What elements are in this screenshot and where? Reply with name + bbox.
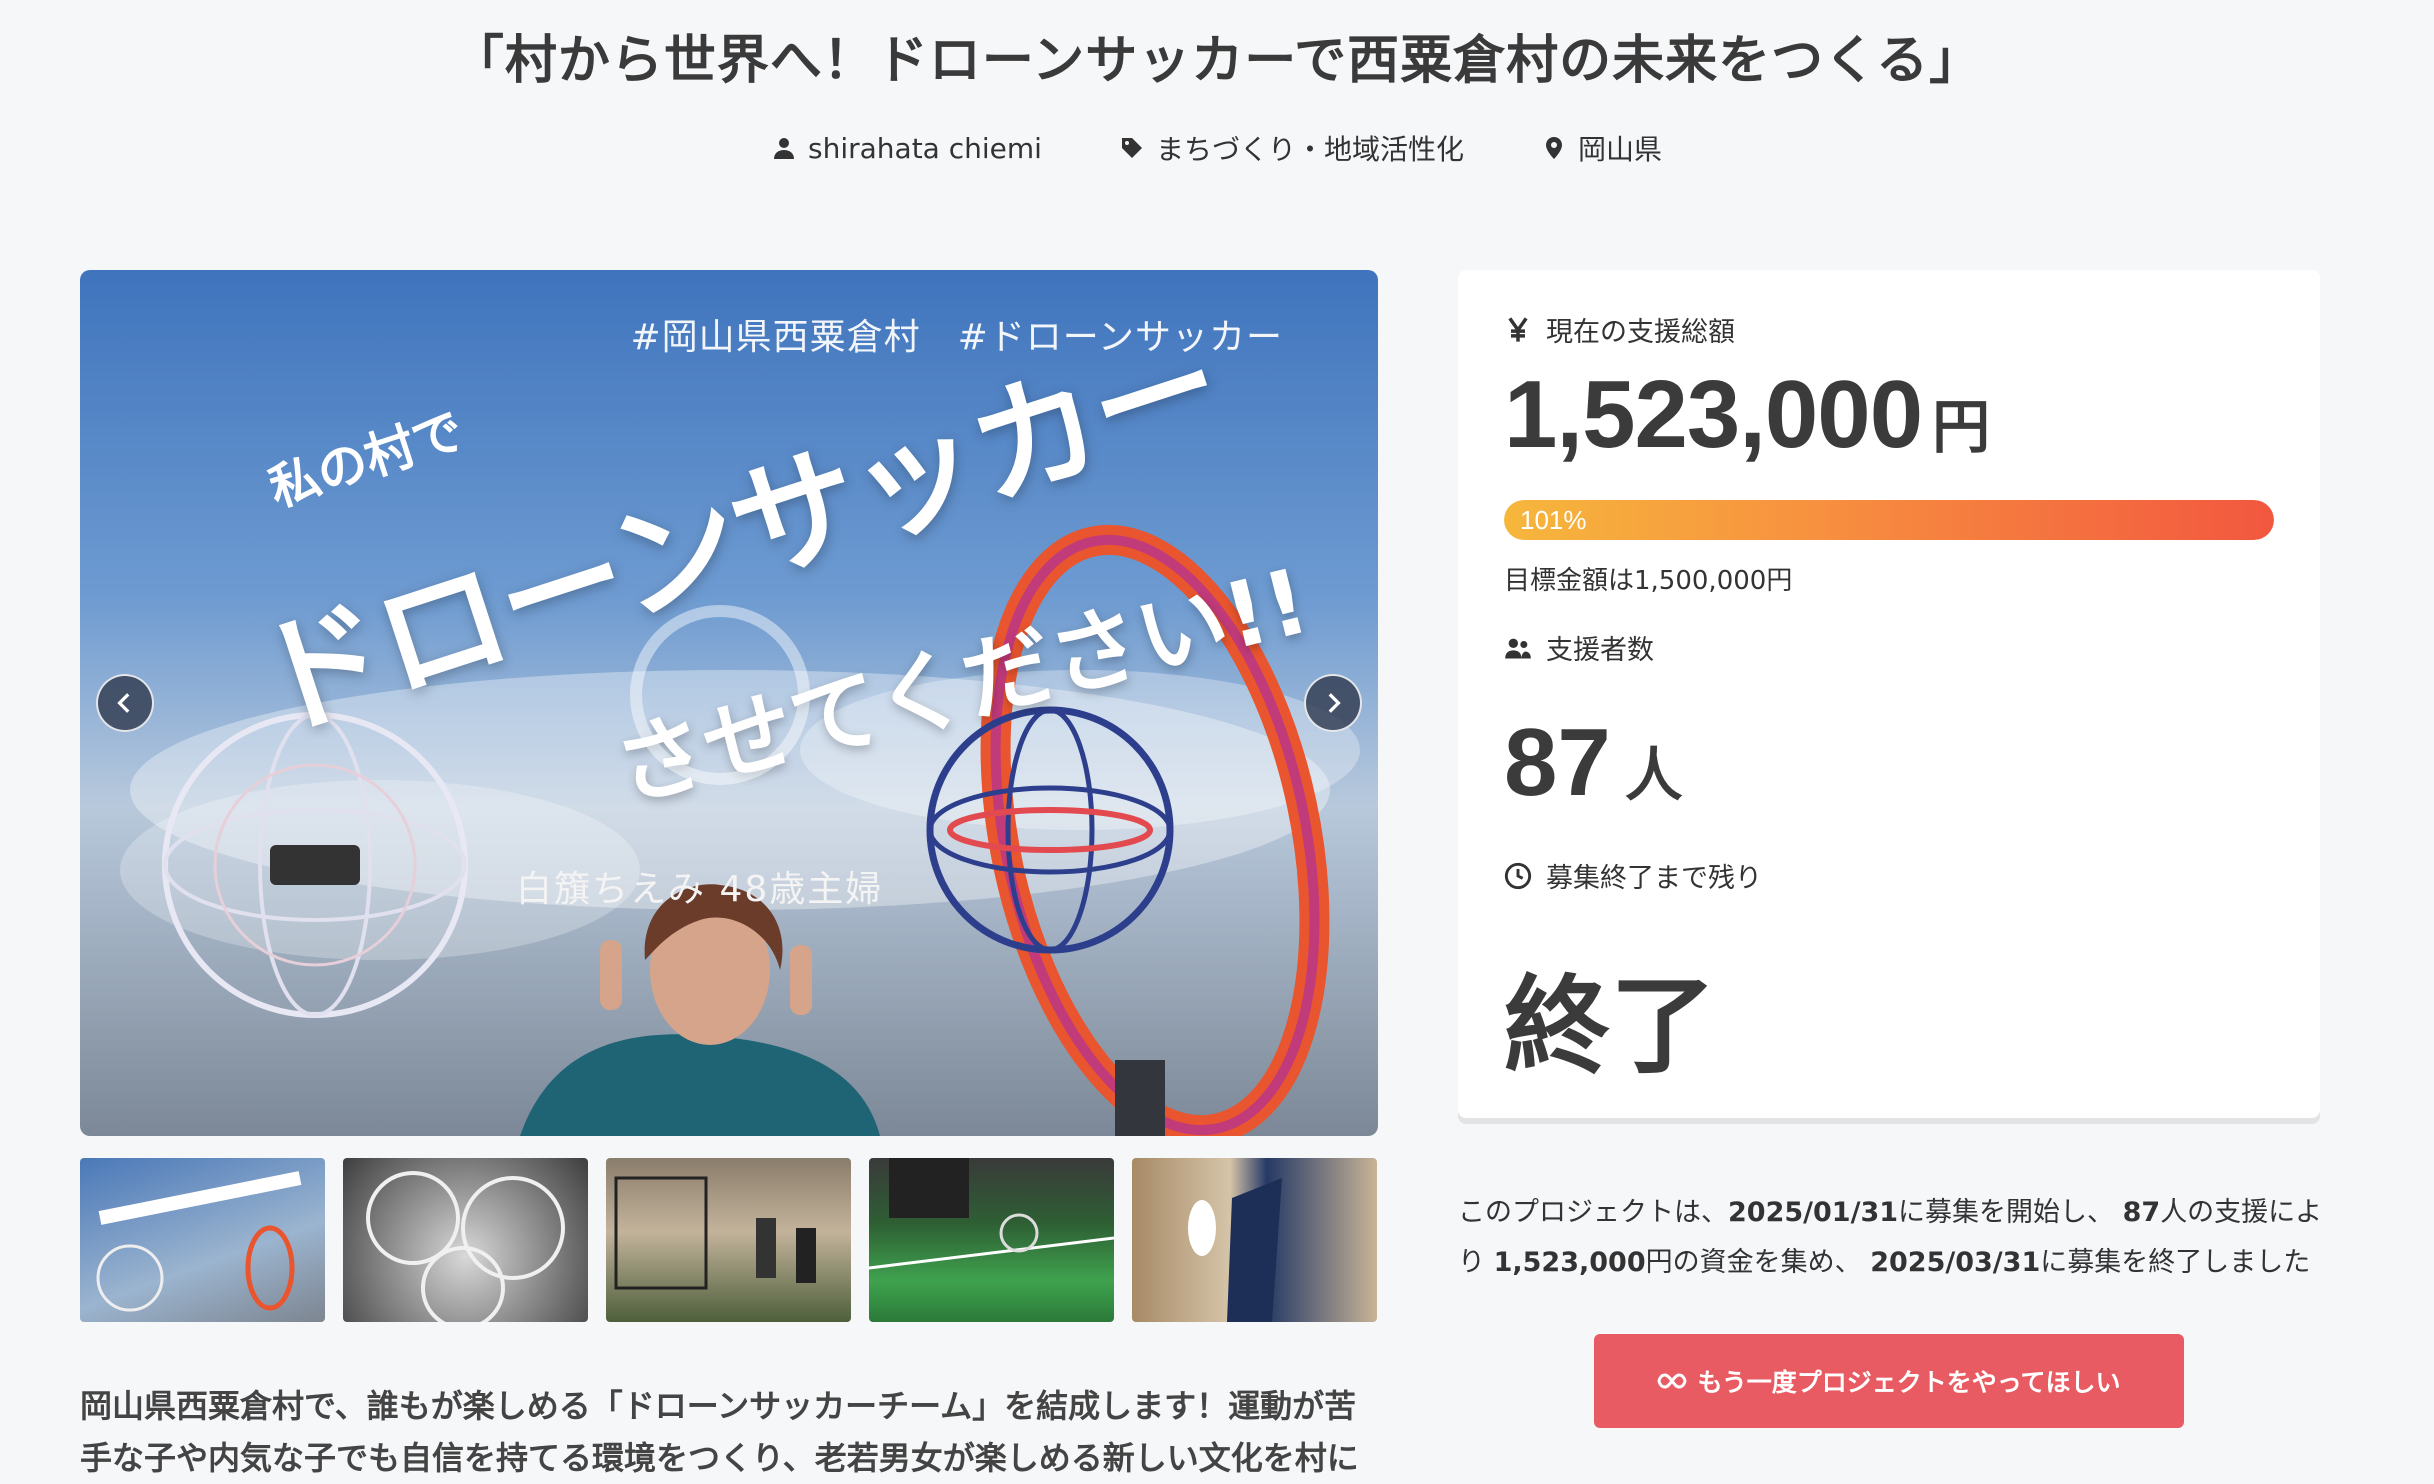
total-amount-unit: 円 <box>1932 395 1990 460</box>
users-icon <box>1505 638 1531 658</box>
total-label: 現在の支援総額 <box>1504 310 1735 349</box>
summary-text-4: 円の資金を集め、 <box>1645 1247 1871 1278</box>
backers-label: 支援者数 <box>1504 628 1654 667</box>
summary-start-date: 2025/01/31 <box>1728 1197 1899 1228</box>
summary-text-1: このプロジェクトは、 <box>1458 1197 1728 1228</box>
total-amount-value: 1,523,000 <box>1504 361 1923 468</box>
yen-icon <box>1508 316 1528 342</box>
goal-amount: 目標金額は1,500,000円 <box>1504 566 1793 596</box>
thumbnail-2[interactable] <box>343 1158 588 1322</box>
owner-name: shirahata chiemi <box>808 131 1042 165</box>
thumbnail-4[interactable] <box>869 1158 1114 1322</box>
project-meta: shirahata chiemi まちづくり・地域活性化 岡山県 <box>0 128 2434 168</box>
remaining-label-text: 募集終了まで残り <box>1546 863 1762 894</box>
backers-count-value: 87 <box>1504 709 1611 816</box>
location-name: 岡山県 <box>1577 133 1662 166</box>
progress-fill: 101% <box>1504 500 2274 540</box>
thumbnail-1-image <box>96 1171 302 1312</box>
category-link[interactable]: まちづくり・地域活性化 <box>1120 128 1464 168</box>
project-summary: このプロジェクトは、2025/01/31に募集を開始し、 87人の支援により 1… <box>1458 1188 2338 1288</box>
page-title: 「村から世界へ！ドローンサッカーで西粟倉村の未来をつくる」 <box>451 31 1983 91</box>
map-pin-icon <box>1545 137 1562 159</box>
thumbnail-strip <box>80 1158 1378 1322</box>
hero-image-slider[interactable]: #岡山県西粟倉村 #ドローンサッカー 私の村で ドローンサッカー させてください… <box>80 270 1378 1136</box>
total-label-text: 現在の支援総額 <box>1546 317 1735 348</box>
chevron-right-icon <box>1328 693 1341 713</box>
request-again-label: もう一度プロジェクトをやってほしい <box>1697 1368 2121 1397</box>
slider-next-button[interactable] <box>1304 674 1362 732</box>
summary-amount: 1,523,000 <box>1493 1247 1646 1278</box>
category-name: まちづくり・地域活性化 <box>1155 133 1464 166</box>
progress-bar: 101% <box>1504 500 2274 540</box>
thumbnail-3[interactable] <box>606 1158 851 1322</box>
thumbnail-4-image <box>869 1158 1114 1270</box>
funding-stats-card: 現在の支援総額 1,523,000 円 101% 目標金額は1,500,000円 … <box>1458 270 2320 1118</box>
thumbnail-1[interactable] <box>80 1158 325 1322</box>
project-description: 岡山県西粟倉村で、誰もが楽しめる「ドローンサッカーチーム」を結成します！運動が苦… <box>80 1387 1359 1477</box>
chevron-left-icon <box>117 693 130 713</box>
tag-icon <box>1121 138 1142 158</box>
thumbnail-5[interactable] <box>1132 1158 1377 1322</box>
thumbnail-2-image <box>366 1171 565 1322</box>
backers-count: 87 人 <box>1504 708 1683 818</box>
summary-end-date: 2025/03/31 <box>1870 1247 2041 1278</box>
remaining-label: 募集終了まで残り <box>1504 856 1762 895</box>
user-icon <box>774 138 795 159</box>
total-amount: 1,523,000 円 <box>1504 360 1990 470</box>
owner-link[interactable]: shirahata chiemi <box>772 128 1042 168</box>
clock-icon <box>1504 862 1532 889</box>
backers-label-text: 支援者数 <box>1546 635 1654 666</box>
location-link[interactable]: 岡山県 <box>1542 128 1662 168</box>
remaining-value: 終了 <box>1504 965 1716 1088</box>
summary-text-2: に募集を開始し、 <box>1898 1197 2123 1228</box>
summary-backers: 87 <box>2122 1197 2161 1228</box>
backers-count-unit: 人 <box>1624 743 1683 808</box>
hero-caption: 白籏ちえみ 48歳主婦 <box>516 869 884 910</box>
request-again-button[interactable]: もう一度プロジェクトをやってほしい <box>1594 1334 2184 1428</box>
thumbnail-3-image <box>614 1176 816 1290</box>
infinity-icon <box>1657 1373 1688 1389</box>
summary-text-5: に募集を終了しました <box>2040 1247 2311 1278</box>
progress-label: 101% <box>1520 504 1587 535</box>
thumbnail-5-image <box>1188 1178 1282 1322</box>
project-page: 「村から世界へ！ドローンサッカーで西粟倉村の未来をつくる」 shirahata … <box>0 0 2434 1484</box>
play-icon[interactable] <box>630 605 810 785</box>
slider-prev-button[interactable] <box>96 674 154 732</box>
